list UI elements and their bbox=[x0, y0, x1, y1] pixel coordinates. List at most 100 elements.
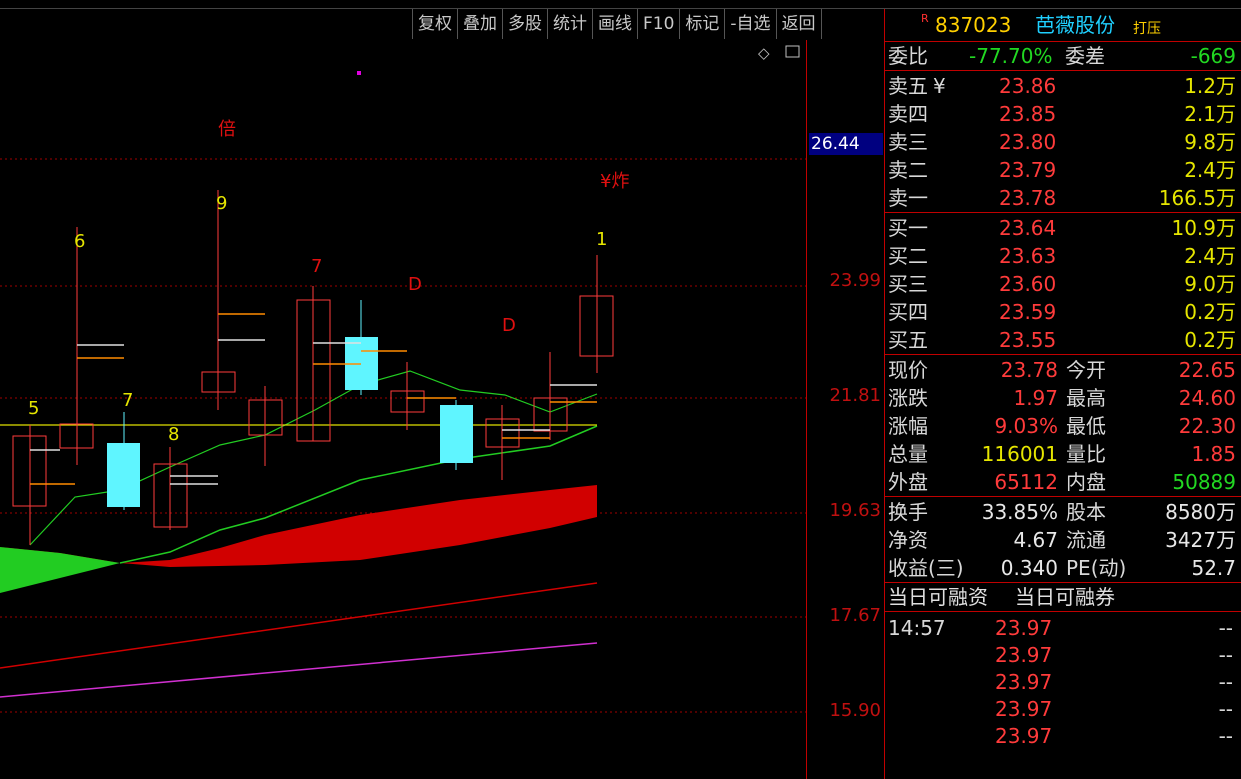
candlestick-chart[interactable]: 倍 ¥炸 D D 6 9 7 1 5 7 8 ◇ bbox=[0, 40, 806, 779]
trade-volume: -- bbox=[1218, 724, 1233, 748]
order-price: 23.55 bbox=[999, 328, 1057, 352]
stat-label: 最高 bbox=[1066, 386, 1106, 410]
margin-financing-label: 当日可融资 bbox=[888, 585, 988, 609]
grid-lines bbox=[0, 158, 806, 713]
marker-dot bbox=[357, 71, 361, 75]
stat-value: 1.97 bbox=[1013, 386, 1058, 410]
weibi-row: 委比 -77.70% 委差 -669 bbox=[885, 42, 1241, 70]
fund-value: 52.7 bbox=[1191, 556, 1236, 580]
order-volume: 2.1万 bbox=[1184, 102, 1236, 126]
order-row: 卖五 ¥ 23.86 1.2万 bbox=[885, 72, 1241, 100]
d-label-2: D bbox=[502, 315, 516, 336]
yuan-icon: ¥ bbox=[933, 74, 946, 98]
fund-label: 净资 bbox=[888, 528, 928, 552]
trade-price: 23.97 bbox=[995, 697, 1053, 721]
order-price: 23.85 bbox=[999, 102, 1057, 126]
margin-section: 当日可融资 当日可融券 bbox=[885, 583, 1241, 612]
multi-stock-button[interactable]: 多股 bbox=[502, 9, 547, 39]
statistics-button[interactable]: 统计 bbox=[547, 9, 592, 39]
count-label-7a: 7 bbox=[311, 256, 322, 277]
back-button[interactable]: 返回 bbox=[775, 9, 822, 39]
stat-row: 涨跌 1.97 最高 24.60 bbox=[885, 384, 1241, 412]
green-band bbox=[0, 547, 120, 593]
order-label: 卖四 bbox=[888, 102, 928, 126]
f10-button[interactable]: F10 bbox=[637, 9, 679, 39]
order-label: 买四 bbox=[888, 300, 928, 324]
count-label-1: 1 bbox=[596, 229, 607, 250]
order-price: 23.59 bbox=[999, 300, 1057, 324]
d-label-1: D bbox=[408, 274, 422, 295]
trade-price: 23.97 bbox=[995, 670, 1053, 694]
count-label-7b: 7 bbox=[122, 390, 133, 411]
order-price: 23.80 bbox=[999, 130, 1057, 154]
diamond-icon[interactable]: ◇ bbox=[758, 44, 770, 62]
trade-volume: -- bbox=[1218, 643, 1233, 667]
draw-line-button[interactable]: 画线 bbox=[592, 9, 637, 39]
order-volume: 1.2万 bbox=[1184, 74, 1236, 98]
axis-tick: 17.67 bbox=[829, 605, 881, 626]
fund-label: 股本 bbox=[1066, 500, 1106, 524]
stat-label: 最低 bbox=[1066, 414, 1106, 438]
order-price: 23.64 bbox=[999, 216, 1057, 240]
order-price: 23.63 bbox=[999, 244, 1057, 268]
margin-row: 当日可融资 当日可融券 bbox=[885, 583, 1241, 611]
ma-line-longest bbox=[0, 642, 598, 698]
order-label: 买二 bbox=[888, 244, 928, 268]
chart-toolbar: 复权 叠加 多股 统计 画线 F10 标记 -自选 返回 bbox=[412, 9, 822, 39]
order-price: 23.86 bbox=[999, 74, 1057, 98]
stat-label: 涨幅 bbox=[888, 414, 928, 438]
stat-row: 总量 116001 量比 1.85 bbox=[885, 440, 1241, 468]
overlay-button[interactable]: 叠加 bbox=[457, 9, 502, 39]
remove-watchlist-button[interactable]: -自选 bbox=[724, 9, 775, 39]
panel-toggle-icon[interactable] bbox=[785, 45, 800, 58]
stock-header: R 837023 芭薇股份 打压 bbox=[885, 9, 1241, 42]
bei-label: 倍 bbox=[218, 119, 236, 140]
stat-value: 1.85 bbox=[1191, 442, 1236, 466]
order-row: 卖二 23.79 2.4万 bbox=[885, 156, 1241, 184]
fund-row: 收益(三) 0.340 PE(动) 52.7 bbox=[885, 554, 1241, 582]
trade-ticks: 14:57 23.97 -- 23.97 -- 23.97 -- 23.97 -… bbox=[885, 612, 1241, 750]
order-row: 卖四 23.85 2.1万 bbox=[885, 100, 1241, 128]
order-volume: 166.5万 bbox=[1158, 186, 1236, 210]
candle-down bbox=[107, 443, 140, 507]
order-row: 卖一 23.78 166.5万 bbox=[885, 184, 1241, 212]
order-row: 买四 23.59 0.2万 bbox=[885, 298, 1241, 326]
count-label-8: 8 bbox=[168, 424, 179, 445]
stat-label: 今开 bbox=[1066, 358, 1106, 382]
stat-value: 9.03% bbox=[994, 414, 1058, 438]
trade-row: 23.97 -- bbox=[885, 723, 1241, 750]
mark-button[interactable]: 标记 bbox=[679, 9, 724, 39]
order-volume: 2.4万 bbox=[1184, 244, 1236, 268]
weibi-label: 委比 bbox=[888, 44, 928, 68]
stat-label: 外盘 bbox=[888, 470, 928, 494]
axis-tick: 15.90 bbox=[829, 700, 881, 721]
order-volume: 0.2万 bbox=[1184, 300, 1236, 324]
restore-rights-button[interactable]: 复权 bbox=[412, 9, 457, 39]
order-volume: 0.2万 bbox=[1184, 328, 1236, 352]
trade-row: 23.97 -- bbox=[885, 669, 1241, 696]
order-row: 买二 23.63 2.4万 bbox=[885, 242, 1241, 270]
chart-canvas: 倍 ¥炸 D D 6 9 7 1 5 7 8 ◇ bbox=[0, 44, 806, 713]
fund-label: 流通 bbox=[1066, 528, 1106, 552]
order-label: 买五 bbox=[888, 328, 928, 352]
stock-code[interactable]: 837023 bbox=[935, 9, 1011, 41]
count-label-9: 9 bbox=[216, 193, 227, 214]
fund-row: 净资 4.67 流通 3427万 bbox=[885, 526, 1241, 554]
order-row: 买三 23.60 9.0万 bbox=[885, 270, 1241, 298]
ma-line-long bbox=[0, 582, 598, 669]
axis-tick: 23.99 bbox=[829, 270, 881, 291]
fundamentals-section: 换手 33.85% 股本 8580万 净资 4.67 流通 3427万 收益(三… bbox=[885, 497, 1241, 583]
order-volume: 9.8万 bbox=[1184, 130, 1236, 154]
trade-volume: -- bbox=[1218, 670, 1233, 694]
top-strip bbox=[0, 0, 1241, 9]
stock-name[interactable]: 芭薇股份 bbox=[1035, 9, 1115, 41]
order-label: 卖三 bbox=[888, 130, 928, 154]
stat-label: 涨跌 bbox=[888, 386, 928, 410]
fund-value: 33.85% bbox=[981, 500, 1058, 524]
fund-label: 换手 bbox=[888, 500, 928, 524]
order-price: 23.60 bbox=[999, 272, 1057, 296]
quote-panel: R 837023 芭薇股份 打压 委比 -77.70% 委差 -669 卖五 ¥… bbox=[884, 9, 1241, 779]
stat-label: 量比 bbox=[1066, 442, 1106, 466]
stat-label: 总量 bbox=[888, 442, 928, 466]
trade-row: 23.97 -- bbox=[885, 642, 1241, 669]
